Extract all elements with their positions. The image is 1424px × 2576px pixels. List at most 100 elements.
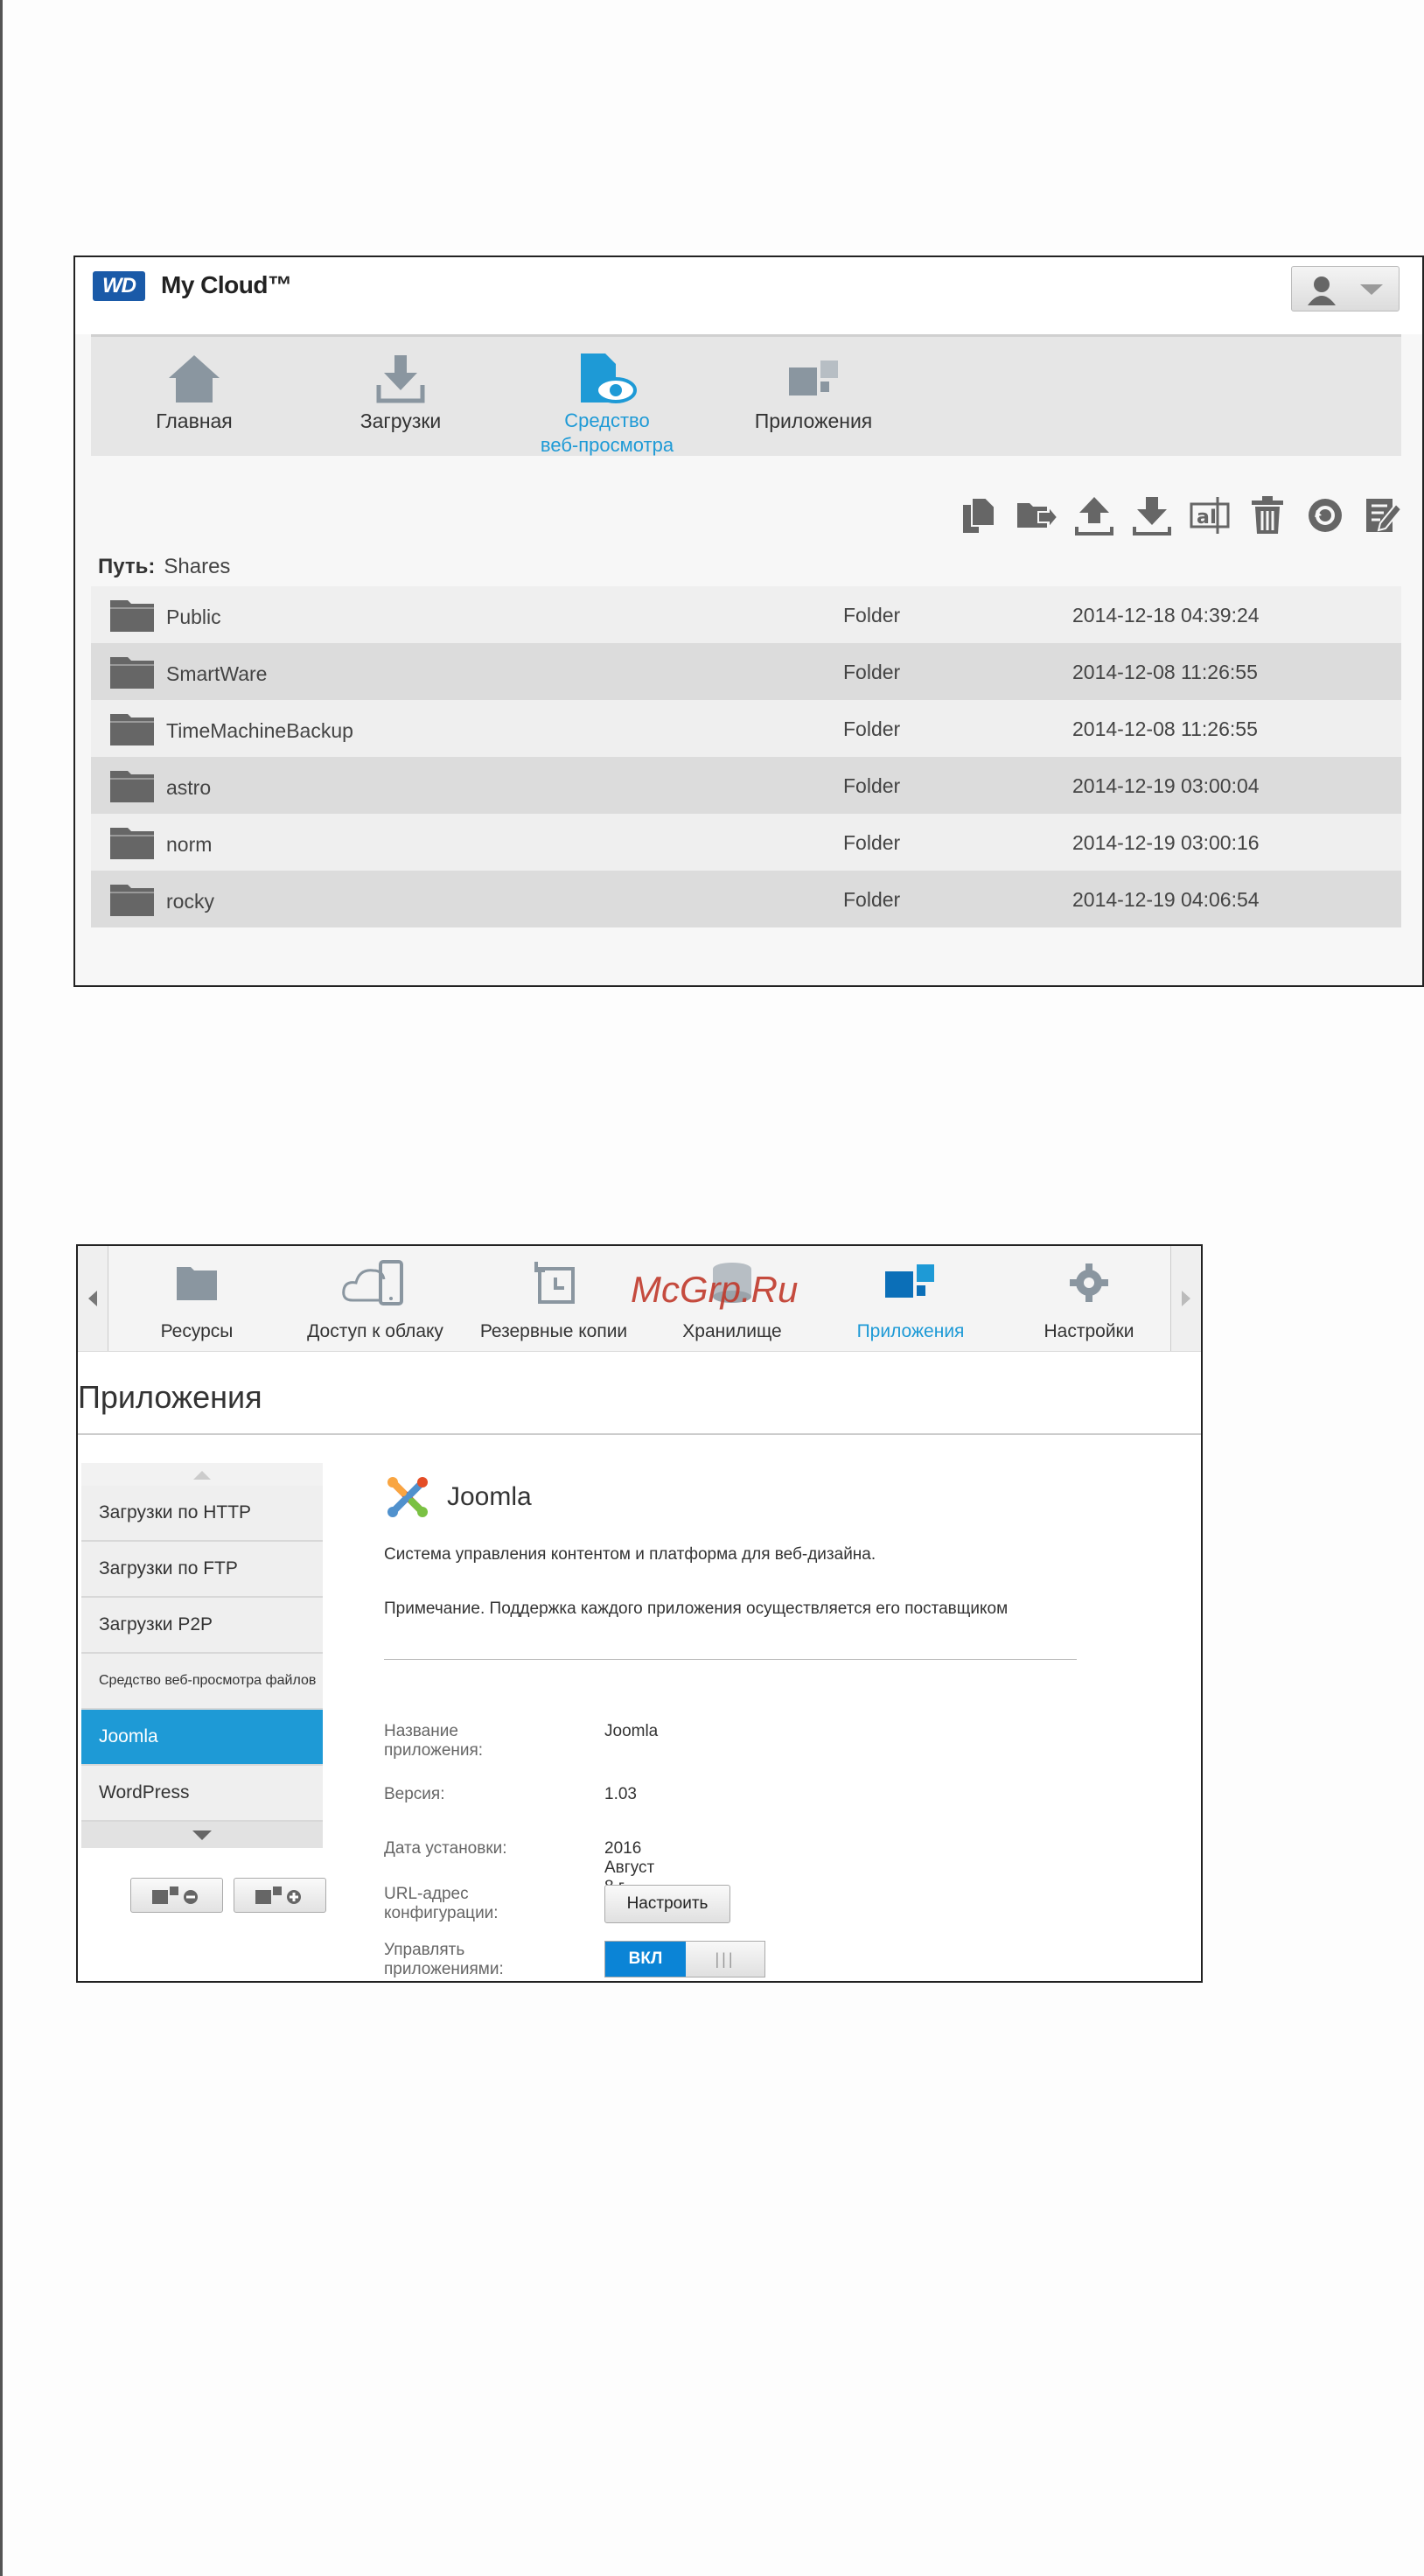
sidebar-item-p2p-downloads[interactable]: Загрузки P2P [81, 1598, 323, 1654]
file-toolbar: aI [957, 494, 1405, 537]
breadcrumb: Путь: Shares [98, 555, 230, 579]
table-row[interactable]: TimeMachineBackup Folder 2014-12-08 11:2… [91, 700, 1401, 757]
user-menu-button[interactable] [1291, 266, 1400, 312]
rename-icon: aI [1190, 497, 1230, 534]
remove-app-button[interactable] [130, 1878, 223, 1913]
nav-shares-label: Ресурсы [160, 1321, 234, 1341]
table-row[interactable]: Public Folder 2014-12-18 04:39:24 [91, 586, 1401, 643]
title-divider [78, 1433, 1201, 1435]
nav-apps[interactable]: Приложения [823, 1256, 998, 1342]
page-title: Приложения [78, 1379, 262, 1415]
trash-icon [1252, 496, 1283, 534]
file-name: rocky [166, 890, 214, 913]
nav-scroll-left-button[interactable] [78, 1246, 108, 1351]
nav-storage-label: Хранилище [682, 1321, 782, 1341]
home-icon [169, 355, 220, 402]
copy-icon [963, 497, 995, 533]
gear-icon [1070, 1264, 1108, 1302]
web-file-viewer-screenshot: WD My Cloud™ Главная Загрузки Средство в… [73, 256, 1424, 987]
nav-apps[interactable]: Приложения [735, 349, 892, 433]
folder-icon [177, 1267, 217, 1300]
file-name: Public [166, 606, 221, 628]
folder-icon [110, 771, 154, 802]
upload-button[interactable] [1072, 494, 1116, 537]
refresh-button[interactable] [1303, 494, 1347, 537]
apps-sidebar: Загрузки по HTTP Загрузки по FTP Загрузк… [81, 1463, 323, 1848]
nav-web-file-viewer[interactable]: Средство веб-просмотра [528, 349, 686, 458]
sidebar-item-http-downloads[interactable]: Загрузки по HTTP [81, 1486, 323, 1542]
file-type: Folder [843, 604, 901, 626]
copy-button[interactable] [957, 494, 1001, 537]
move-button[interactable] [1015, 494, 1058, 537]
file-list: Public Folder 2014-12-18 04:39:24 SmartW… [91, 586, 1401, 928]
apps-settings-screenshot: Ресурсы Доступ к облаку Резервные копии … [76, 1244, 1203, 1983]
config-url-label: URL-адрес конфигурации: [384, 1885, 499, 1922]
file-name: astro [166, 776, 212, 799]
sidebar-scroll-up[interactable] [81, 1463, 323, 1486]
rename-button[interactable]: aI [1188, 494, 1232, 537]
file-date: 2014-12-19 03:00:04 [1072, 774, 1260, 797]
nav-home[interactable]: Главная [115, 349, 273, 433]
watermark: McGrp.Ru [631, 1269, 799, 1310]
move-icon [1017, 503, 1058, 530]
chevron-down-icon [1360, 284, 1383, 295]
joomla-logo-icon [387, 1477, 428, 1517]
nav-web-file-viewer-label: Средство веб-просмотра [540, 410, 674, 456]
path-label: Путь: [98, 555, 156, 578]
file-type: Folder [843, 831, 901, 854]
toggle-on-label: ВКЛ [605, 1942, 686, 1977]
backup-icon [534, 1262, 575, 1304]
file-name: TimeMachineBackup [166, 719, 353, 742]
file-viewer-icon [581, 354, 637, 403]
apps-icon [885, 1264, 934, 1298]
manage-apps-toggle[interactable]: ВКЛ ||| [604, 1941, 765, 1978]
folder-icon [110, 714, 154, 746]
file-type: Folder [843, 888, 901, 911]
nav-cloud-access-label: Доступ к облаку [307, 1321, 443, 1341]
add-app-button[interactable] [234, 1878, 326, 1913]
configure-button[interactable]: Настроить [604, 1885, 730, 1923]
sidebar-item-ftp-downloads[interactable]: Загрузки по FTP [81, 1542, 323, 1598]
nav-settings-label: Настройки [1044, 1321, 1134, 1341]
sidebar-item-wordpress[interactable]: WordPress [81, 1766, 323, 1822]
app-name-value: Joomla [604, 1722, 659, 1740]
file-type: Folder [843, 661, 901, 683]
user-icon [1308, 276, 1336, 305]
folder-icon [110, 657, 154, 689]
sidebar-item-joomla[interactable]: Joomla [81, 1710, 323, 1766]
nav-scroll-right-button[interactable] [1170, 1246, 1201, 1351]
edit-icon [1366, 499, 1403, 532]
edit-button[interactable] [1361, 494, 1405, 537]
file-date: 2014-12-08 11:26:55 [1072, 661, 1258, 683]
version-label: Версия: [384, 1785, 445, 1803]
app-description: Система управления контентом и платформа… [384, 1545, 876, 1564]
svg-text:aI: aI [1197, 507, 1217, 528]
cloud-device-icon [342, 1260, 403, 1306]
nav-apps-label: Приложения [856, 1321, 965, 1341]
nav-cloud-access[interactable]: Доступ к облаку [288, 1256, 463, 1342]
brand-name: My Cloud™ [161, 271, 292, 298]
nav-backups-label: Резервные копии [479, 1321, 628, 1341]
chevron-down-icon [192, 1830, 212, 1840]
table-row[interactable]: rocky Folder 2014-12-19 04:06:54 [91, 871, 1401, 928]
nav-settings[interactable]: Настройки [1002, 1256, 1176, 1342]
folder-icon [110, 885, 154, 916]
nav-downloads-label: Загрузки [359, 410, 442, 432]
sidebar-item-web-file-viewer[interactable]: Средство веб-просмотра файлов [81, 1654, 323, 1710]
nav-backups[interactable]: Резервные копии [466, 1256, 641, 1342]
file-name: SmartWare [166, 662, 268, 685]
nav-shares[interactable]: Ресурсы [109, 1256, 284, 1342]
table-row[interactable]: astro Folder 2014-12-19 03:00:04 [91, 757, 1401, 814]
sidebar-scroll-down[interactable] [81, 1822, 323, 1848]
table-row[interactable]: SmartWare Folder 2014-12-08 11:26:55 [91, 643, 1401, 700]
download-button[interactable] [1130, 494, 1174, 537]
delete-button[interactable] [1246, 494, 1289, 537]
path-value[interactable]: Shares [164, 555, 230, 578]
page-left-rule [0, 0, 3, 2576]
version-value: 1.03 [604, 1785, 637, 1803]
main-nav: Главная Загрузки Средство веб-просмотра … [91, 334, 1401, 456]
nav-home-label: Главная [156, 410, 233, 432]
nav-downloads[interactable]: Загрузки [322, 349, 479, 433]
toggle-grip: ||| [686, 1942, 764, 1977]
table-row[interactable]: norm Folder 2014-12-19 03:00:16 [91, 814, 1401, 871]
